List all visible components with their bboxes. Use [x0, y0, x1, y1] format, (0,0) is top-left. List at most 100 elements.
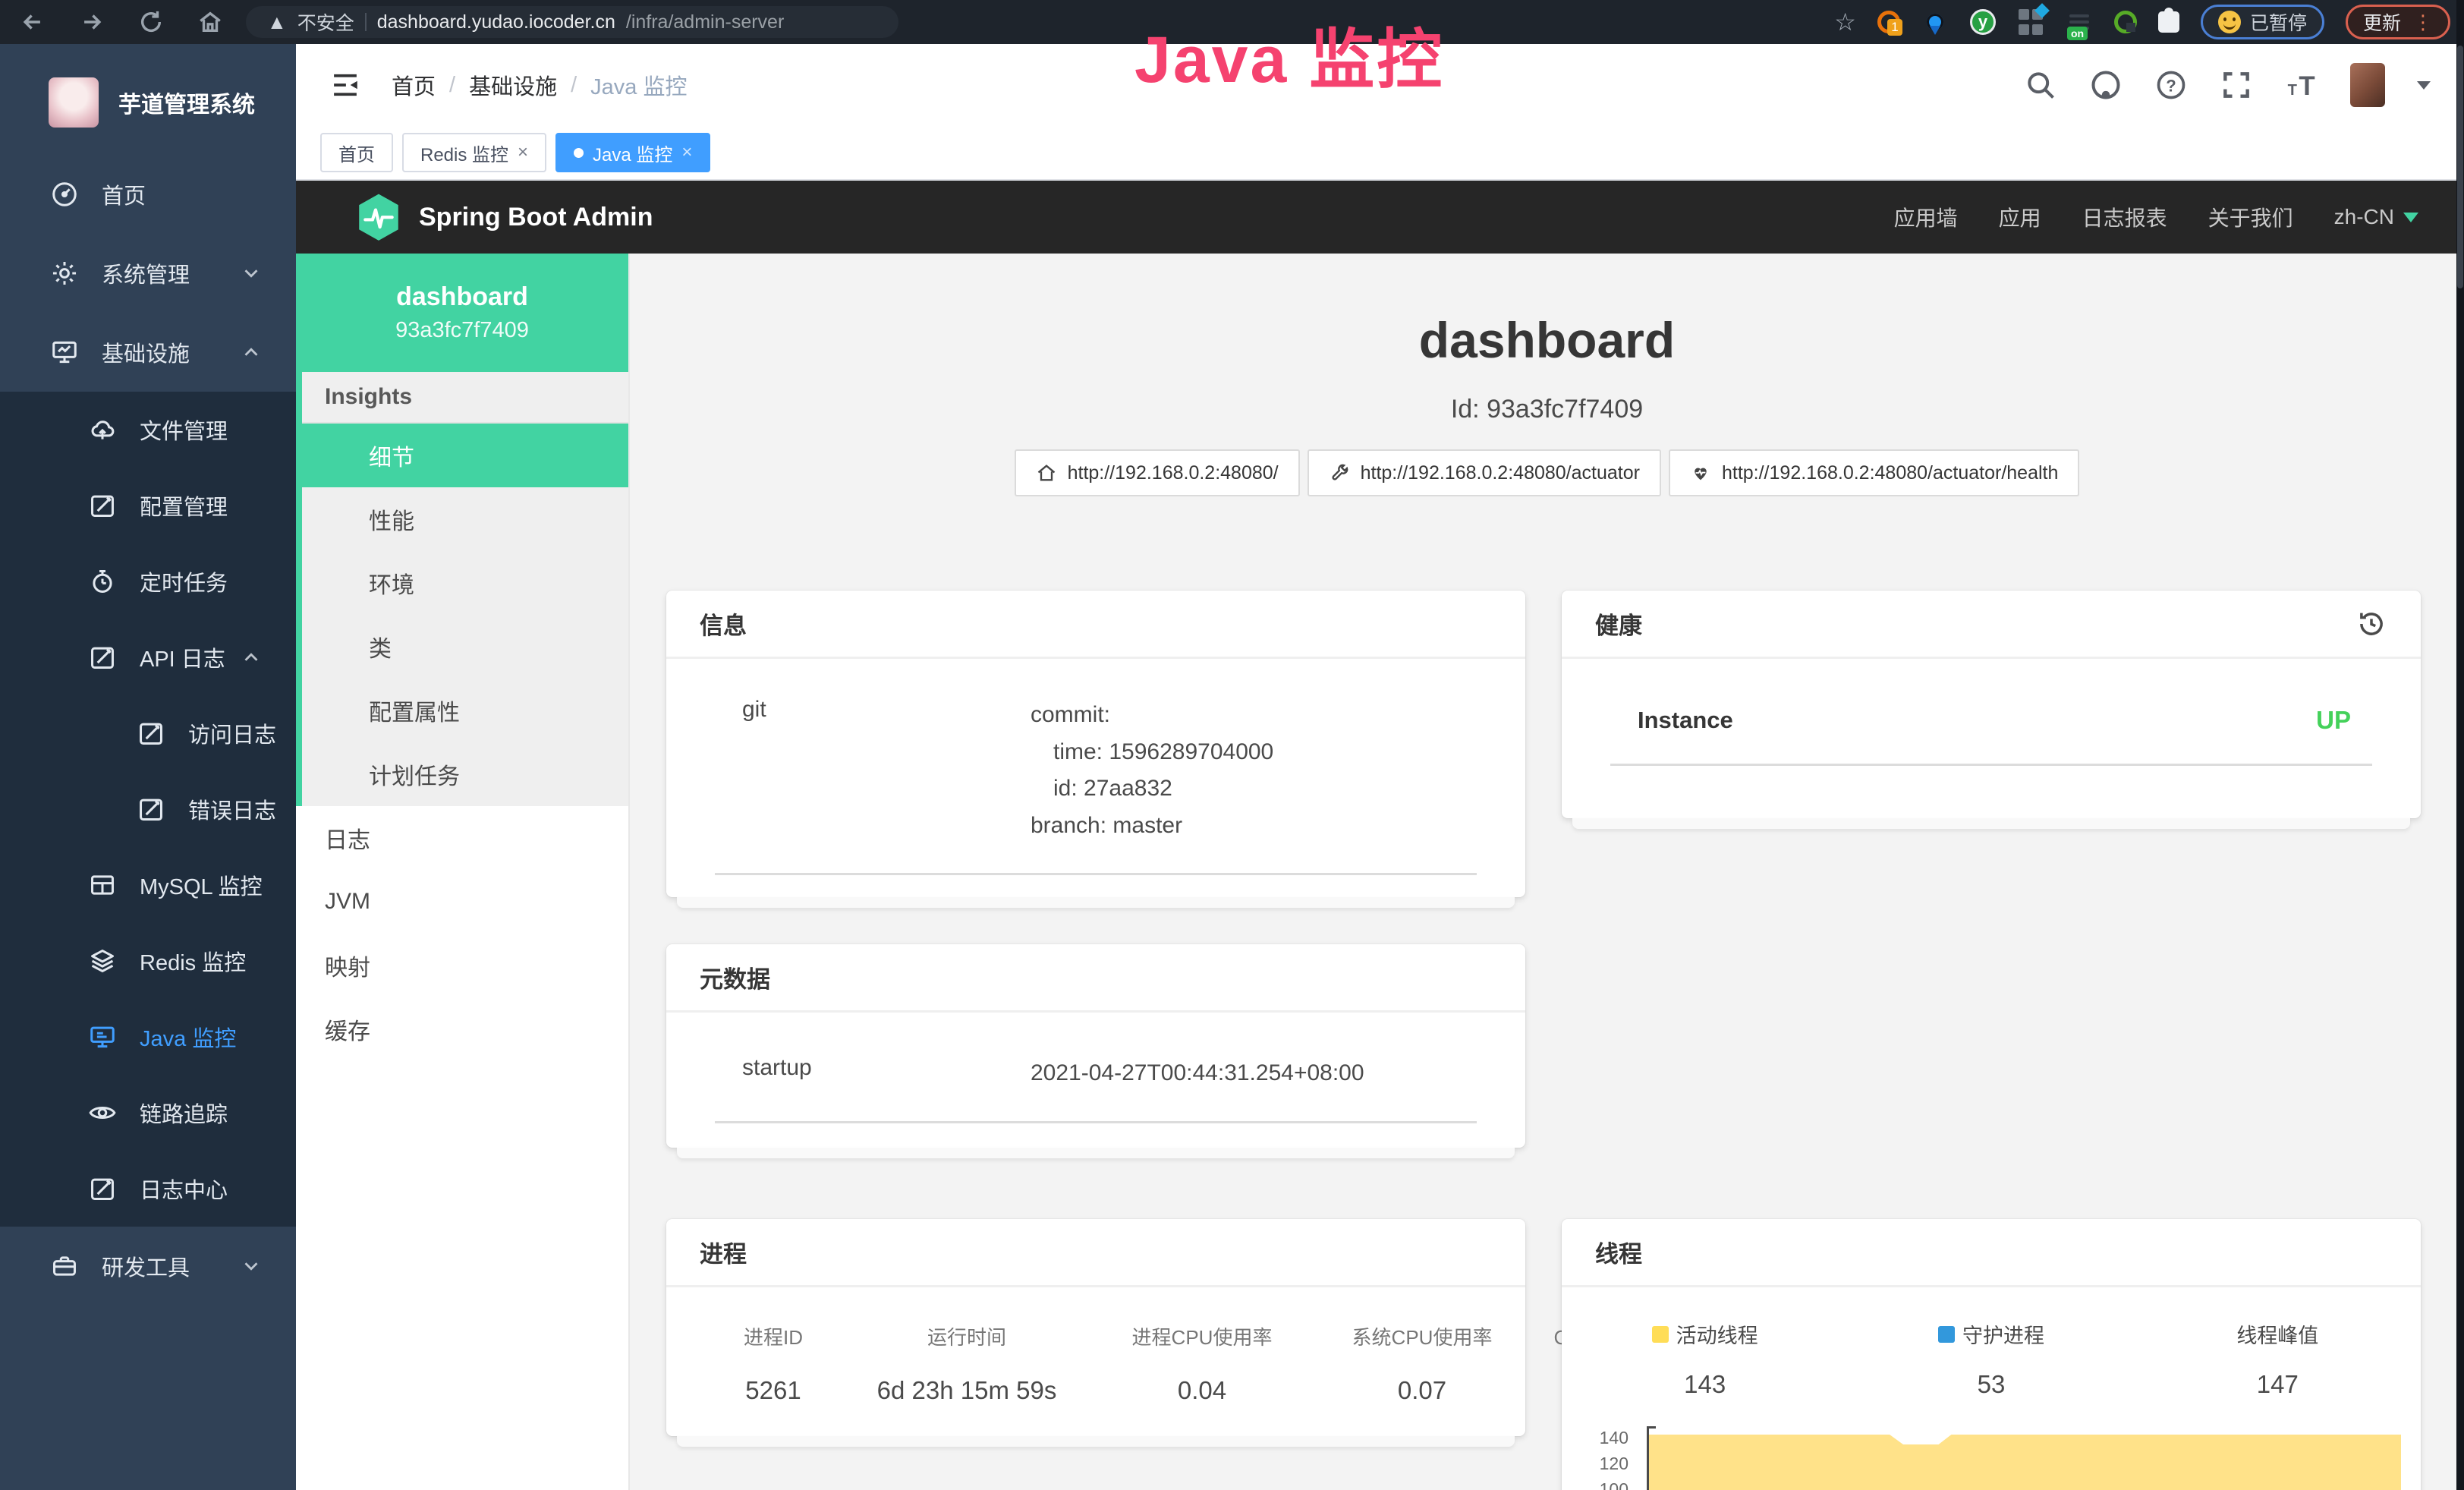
breadcrumb-home[interactable]: 首页 [392, 69, 436, 101]
sba-insights-类[interactable]: 类 [302, 615, 628, 679]
chevron-icon [240, 1101, 263, 1124]
threads-card-title: 线程 [1562, 1219, 2421, 1287]
divider [1610, 764, 2372, 766]
sidebar-fold-icon[interactable] [329, 69, 361, 101]
tab-close-icon[interactable]: × [518, 142, 528, 163]
tab-Redis 监控[interactable]: Redis 监控 × [402, 133, 546, 172]
forward-icon[interactable] [79, 9, 105, 35]
app-logo-row[interactable]: 芋道管理系统 [0, 44, 296, 155]
metadata-card: 元数据 startup 2021-04-27T00:44:31.254+08:0… [666, 944, 1525, 1148]
sidebar-item-redis-monitor[interactable]: Redis 监控 [0, 923, 296, 999]
fullscreen-icon[interactable] [2220, 68, 2253, 102]
extension-grid-icon[interactable] [2017, 8, 2044, 36]
extension-list-icon[interactable]: on [2066, 8, 2093, 36]
locale-label: zh-CN [2334, 205, 2394, 229]
sba-brand-title[interactable]: Spring Boot Admin [419, 203, 653, 232]
sidebar-item-scheduled-jobs[interactable]: 定时任务 [0, 543, 296, 619]
extension-pin-icon[interactable] [1921, 8, 1949, 36]
menu-label: 定时任务 [140, 565, 240, 597]
history-icon[interactable] [2355, 608, 2387, 640]
github-icon[interactable] [2089, 68, 2123, 102]
admin-sidebar: 芋道管理系统 首页 系统管理 基础设施 [0, 44, 296, 1490]
scrollbar-thumb[interactable] [2457, 46, 2463, 288]
sba-insights-配置属性[interactable]: 配置属性 [302, 679, 628, 742]
sidebar-item-log-center[interactable]: 日志中心 [0, 1151, 296, 1227]
sidebar-item-dev-tools[interactable]: 研发工具 [0, 1227, 296, 1306]
sidebar-item-mysql-monitor[interactable]: MySQL 监控 [0, 847, 296, 923]
extension-orange-icon[interactable]: 1 [1877, 11, 1900, 33]
menu-label: 研发工具 [102, 1250, 240, 1282]
user-menu-caret-icon[interactable] [2417, 81, 2431, 90]
menu-icon [88, 567, 117, 596]
chevron-icon [240, 1025, 263, 1048]
svg-text:?: ? [2166, 76, 2176, 95]
tab-首页[interactable]: 首页 × [320, 133, 393, 172]
sidebar-item-api-logs[interactable]: API 日志 [0, 619, 296, 695]
legend-item: 守护进程 53 [1848, 1319, 2134, 1399]
sba-item-JVM[interactable]: JVM [296, 870, 628, 934]
legend-item: 线程峰值 147 [2135, 1319, 2421, 1399]
sba-nav-应用墙[interactable]: 应用墙 [1894, 202, 1958, 232]
health-instance-label: Instance [1638, 707, 1733, 734]
help-icon[interactable]: ? [2154, 68, 2188, 102]
sidebar-item-error-log[interactable]: 错误日志 [0, 771, 296, 847]
font-size-icon[interactable]: TT [2285, 68, 2318, 102]
sba-item-日志[interactable]: 日志 [296, 806, 628, 870]
breadcrumb-infra[interactable]: 基础设施 [469, 69, 557, 101]
sidebar-item-tracing[interactable]: 链路追踪 [0, 1075, 296, 1151]
instance-link[interactable]: http://192.168.0.2:48080/ [1015, 449, 1300, 496]
sba-nav-应用[interactable]: 应用 [1999, 202, 2041, 232]
extension-puzzle-icon[interactable] [2158, 11, 2179, 33]
sba-insights-细节[interactable]: 细节 [302, 424, 628, 487]
update-button[interactable]: 更新⋮ [2346, 5, 2450, 39]
bookmark-star-icon[interactable]: ☆ [1834, 8, 1856, 36]
user-avatar[interactable] [2350, 63, 2385, 107]
sba-nav-关于我们[interactable]: 关于我们 [2208, 202, 2293, 232]
menu-label: 访问日志 [188, 717, 276, 749]
spring-boot-admin-logo-icon[interactable] [357, 193, 401, 241]
sba-sidebar: dashboard 93a3fc7f7409 Insights 细节性能环境类配… [296, 254, 630, 1490]
menu-icon [50, 338, 79, 367]
active-threads-area [1649, 1425, 2401, 1490]
address-bar[interactable]: ▲️ 不安全 dashboard.yudao.iocoder.cn/infra/… [246, 6, 898, 38]
back-icon[interactable] [20, 9, 46, 35]
paused-badge[interactable]: 已暂停 [2201, 5, 2324, 39]
menu-icon [50, 1252, 79, 1281]
sidebar-item-infrastructure[interactable]: 基础设施 [0, 313, 296, 392]
extension-y-icon[interactable]: y [1970, 9, 1996, 35]
sidebar-item-system-mgmt[interactable]: 系统管理 [0, 234, 296, 313]
instance-link[interactable]: http://192.168.0.2:48080/actuator/health [1669, 449, 2079, 496]
menu-label: MySQL 监控 [140, 869, 263, 901]
search-icon[interactable] [2024, 68, 2057, 102]
menu-icon [88, 1022, 117, 1051]
y-tick-140: 140 [1580, 1428, 1629, 1448]
tab-Java 监控[interactable]: Java 监控 × [555, 133, 710, 172]
sba-item-映射[interactable]: 映射 [296, 934, 628, 997]
menu-label: Java 监控 [140, 1021, 240, 1053]
insights-header: Insights [302, 372, 628, 424]
browser-menu-icon[interactable]: ⋮ [2413, 19, 2433, 25]
sba-app-id: 93a3fc7f7409 [395, 318, 529, 343]
instance-link[interactable]: http://192.168.0.2:48080/actuator [1308, 449, 1661, 496]
sba-insights-性能[interactable]: 性能 [302, 487, 628, 551]
sba-item-缓存[interactable]: 缓存 [296, 997, 628, 1061]
sba-app-card[interactable]: dashboard 93a3fc7f7409 [296, 254, 628, 372]
extension-magnifier-icon[interactable] [2114, 11, 2137, 33]
tab-label: 首页 [338, 140, 375, 166]
threads-chart: 140 120 100 [1580, 1425, 2404, 1490]
sidebar-item-file-mgmt[interactable]: 文件管理 [0, 392, 296, 468]
locale-selector[interactable]: zh-CN [2334, 205, 2418, 229]
sba-insights-环境[interactable]: 环境 [302, 551, 628, 615]
sba-nav-日志报表[interactable]: 日志报表 [2082, 202, 2167, 232]
reload-icon[interactable] [138, 9, 164, 35]
home-icon[interactable] [197, 9, 223, 35]
sidebar-item-home[interactable]: 首页 [0, 155, 296, 234]
chevron-icon [240, 262, 263, 285]
security-label[interactable]: 不安全 [297, 8, 354, 36]
sidebar-item-java-monitor[interactable]: Java 监控 [0, 999, 296, 1075]
tab-close-icon[interactable]: × [681, 142, 692, 163]
page-scrollbar[interactable] [2456, 0, 2464, 1490]
sidebar-item-config-mgmt[interactable]: 配置管理 [0, 468, 296, 543]
sba-insights-计划任务[interactable]: 计划任务 [302, 742, 628, 806]
sidebar-item-access-log[interactable]: 访问日志 [0, 695, 296, 771]
